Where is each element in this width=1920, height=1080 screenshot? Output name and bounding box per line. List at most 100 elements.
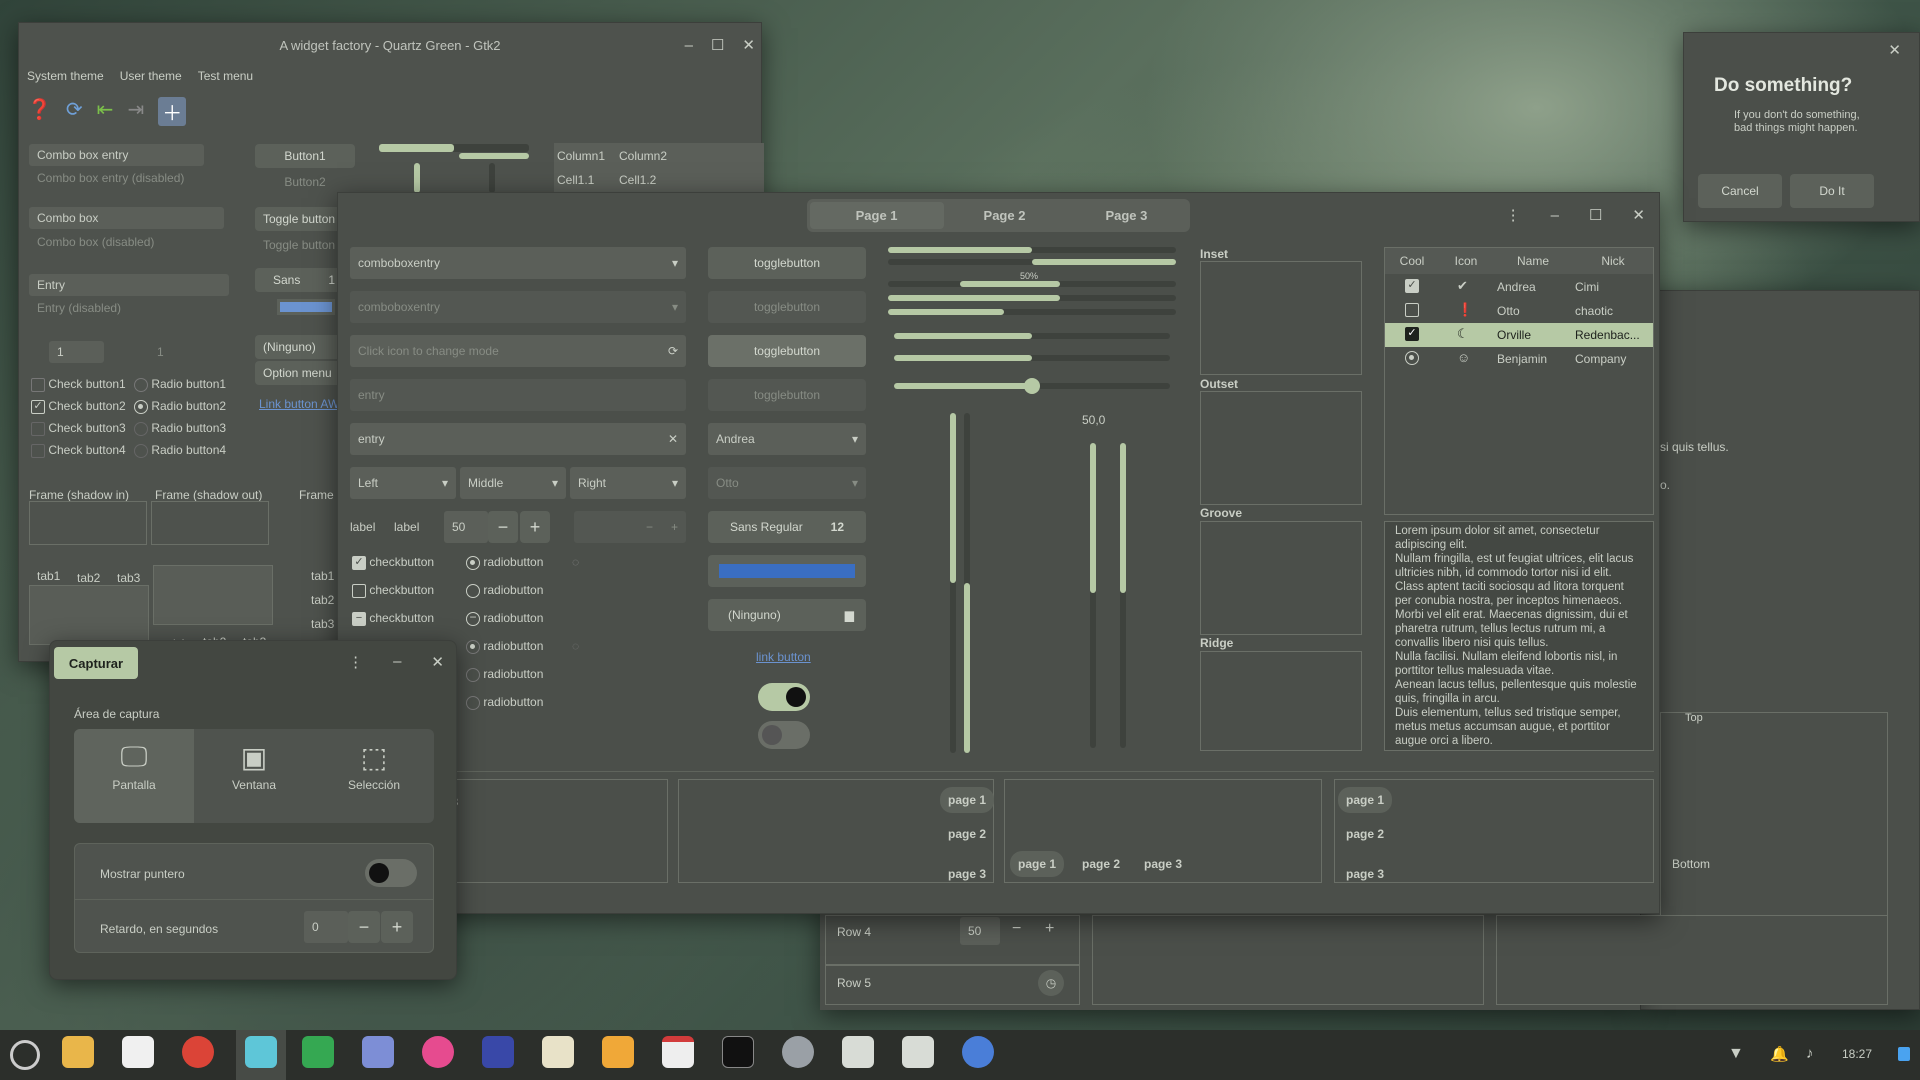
combo-middle[interactable]: Middle ▾ <box>460 467 566 499</box>
clear-icon[interactable]: ✕ <box>668 432 678 446</box>
combo-entry[interactable]: Combo box entry <box>29 144 204 166</box>
help-icon[interactable] <box>962 1036 994 1068</box>
title-bar[interactable]: A widget factory - Quartz Green - Gtk2 –… <box>19 23 761 67</box>
link-button[interactable]: link button <box>756 650 811 664</box>
nb-b-tab1[interactable]: page 1 <box>940 787 995 813</box>
icon-entry[interactable]: Click icon to change mode ⟳ <box>350 335 686 367</box>
nb3-tab1[interactable]: tab1 <box>311 569 334 583</box>
sheets-icon[interactable] <box>302 1036 334 1068</box>
screenshot-icon[interactable] <box>245 1036 277 1068</box>
color-button[interactable] <box>277 299 335 315</box>
maximize-icon[interactable]: ☐ <box>711 36 724 54</box>
nb-d-tab3[interactable]: page 3 <box>1346 867 1384 881</box>
chrome-icon[interactable] <box>182 1036 214 1068</box>
entry[interactable]: Entry <box>29 274 229 296</box>
header-bar[interactable]: Page 1 Page 2 Page 3 ⋮ – ☐ ✕ <box>338 193 1659 237</box>
option-seleccion[interactable]: ⬚ Selección <box>314 729 434 823</box>
bg-row5-clock-icon[interactable]: ◷ <box>1038 970 1064 996</box>
delay-spin[interactable]: 0 <box>304 911 348 943</box>
color-button[interactable] <box>708 555 866 587</box>
col-header-1[interactable]: Column1 <box>557 149 605 163</box>
software-icon[interactable] <box>122 1036 154 1068</box>
cell-1-1[interactable]: Cell1.1 <box>557 173 594 187</box>
radiobutton-2[interactable]: radiobutton <box>466 583 543 598</box>
maximize-icon[interactable]: ☐ <box>1589 206 1602 224</box>
image-viewer-icon[interactable] <box>362 1036 394 1068</box>
check-button-1[interactable]: Check button1 <box>31 377 126 392</box>
row-checkbox[interactable]: ✓ <box>1405 279 1419 293</box>
checkbutton-2[interactable]: checkbutton <box>352 583 434 598</box>
font-button[interactable]: Sans Regular 12 <box>708 511 866 543</box>
col-header-2[interactable]: Column2 <box>619 149 667 163</box>
bg-row4-plus[interactable]: + <box>1045 920 1054 938</box>
nb-d-tab2[interactable]: page 2 <box>1346 827 1384 841</box>
nb3-tab2[interactable]: tab2 <box>311 593 334 607</box>
video-icon[interactable] <box>482 1036 514 1068</box>
radiobutton-1[interactable]: radiobutton <box>466 555 543 570</box>
cell-1-2[interactable]: Cell1.2 <box>619 173 656 187</box>
tab-page-3[interactable]: Page 3 <box>1065 202 1187 229</box>
nb-c-tab1[interactable]: page 1 <box>1010 851 1065 877</box>
combo-right[interactable]: Right ▾ <box>570 467 686 499</box>
mail-icon[interactable] <box>602 1036 634 1068</box>
notes-icon[interactable] <box>542 1036 574 1068</box>
minimize-icon[interactable]: – <box>685 37 693 54</box>
last-icon[interactable]: ⇥ <box>127 97 144 126</box>
spin-1[interactable]: 1 <box>49 341 104 363</box>
tree-row[interactable]: ☺ Benjamin Company <box>1385 347 1653 371</box>
close-icon[interactable]: ✕ <box>431 653 444 671</box>
spin-plus-button[interactable]: + <box>520 511 550 543</box>
minimize-icon[interactable]: – <box>1551 207 1559 224</box>
tree-row-selected[interactable]: ✓ ☾ Orville Redenbac... <box>1385 323 1653 347</box>
widget-factory-2-icon[interactable] <box>902 1036 934 1068</box>
dropdown-icon[interactable]: ▾ <box>672 256 678 270</box>
spin-button[interactable]: 50 <box>444 511 488 543</box>
nb-c-tab3[interactable]: page 3 <box>1144 857 1182 871</box>
bell-icon[interactable]: 🔔 <box>1770 1045 1789 1063</box>
file-chooser-button[interactable]: (Ninguno) ▆ <box>708 599 866 631</box>
terminal-icon[interactable] <box>722 1036 754 1068</box>
spin-minus-button[interactable]: − <box>488 511 518 543</box>
minimize-icon[interactable]: – <box>393 653 401 671</box>
col-cool[interactable]: Cool <box>1385 248 1439 274</box>
combo-left[interactable]: Left ▾ <box>350 467 456 499</box>
capture-button[interactable]: Capturar <box>54 647 138 679</box>
togglebutton-1[interactable]: togglebutton <box>708 247 866 279</box>
nb-c-tab2[interactable]: page 2 <box>1082 857 1120 871</box>
row-checkbox[interactable] <box>1405 303 1419 317</box>
clock[interactable]: 18:27 <box>1842 1047 1872 1061</box>
link-button[interactable]: Link button AW <box>259 397 339 411</box>
combo-box[interactable]: Combo box <box>29 207 224 229</box>
combo-andrea[interactable]: Andrea ▾ <box>708 423 866 455</box>
close-icon[interactable]: ✕ <box>1632 206 1645 224</box>
settings-icon[interactable] <box>782 1036 814 1068</box>
close-icon[interactable]: ✕ <box>1888 41 1901 59</box>
text-view[interactable]: Lorem ipsum dolor sit amet, consectetur … <box>1384 521 1654 751</box>
nb1-tab3[interactable]: tab3 <box>117 571 140 585</box>
menu-test[interactable]: Test menu <box>198 69 253 83</box>
menu-system-theme[interactable]: System theme <box>27 69 104 83</box>
close-icon[interactable]: ✕ <box>742 36 755 54</box>
radio-button-2[interactable]: Radio button2 <box>134 399 226 414</box>
nb-d-tab1[interactable]: page 1 <box>1338 787 1393 813</box>
option-pantalla[interactable]: 🖵 Pantalla <box>74 729 194 823</box>
wifi-icon[interactable]: ▼ <box>1728 1045 1744 1063</box>
bg-row4-spin[interactable]: 50 <box>960 917 1000 945</box>
nb-b-tab2[interactable]: page 2 <box>948 827 986 841</box>
check-button-2[interactable]: ✓ Check button2 <box>31 399 126 414</box>
cancel-button[interactable]: Cancel <box>1698 174 1782 208</box>
scale-3-slider[interactable] <box>1024 378 1040 394</box>
col-icon[interactable]: Icon <box>1439 248 1493 274</box>
row-radio[interactable] <box>1405 351 1419 365</box>
refresh-icon[interactable]: ⟳ <box>668 344 678 358</box>
radiobutton-3[interactable]: − radiobutton <box>466 611 543 626</box>
col-name[interactable]: Name <box>1493 248 1573 274</box>
menu-user-theme[interactable]: User theme <box>120 69 182 83</box>
first-icon[interactable]: ⇤ <box>97 97 114 126</box>
bg-tab-top[interactable]: Top <box>1685 712 1703 724</box>
bg-row4-minus[interactable]: − <box>1012 920 1021 938</box>
launcher-icon[interactable] <box>10 1040 40 1070</box>
tree-row[interactable]: ✓ ✔ Andrea Cimi <box>1385 275 1653 299</box>
nb3-tab3[interactable]: tab3 <box>311 617 334 631</box>
show-pointer-switch[interactable] <box>365 859 417 887</box>
